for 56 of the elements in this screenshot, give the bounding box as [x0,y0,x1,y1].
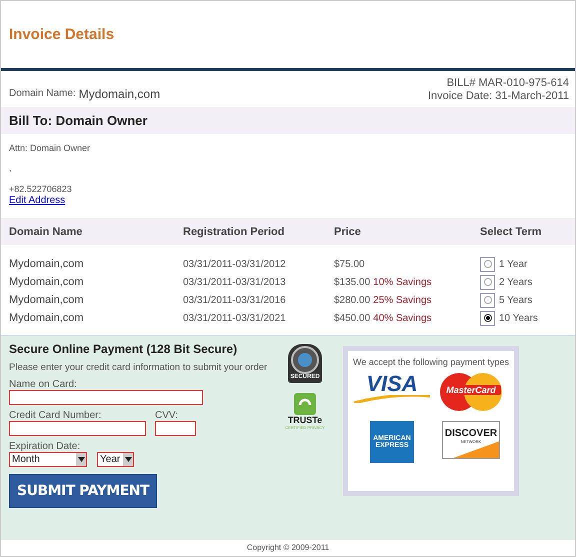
phone-text: +82.522706823 [9,184,73,195]
page-title: Invoice Details [9,26,114,43]
field-label: Credit Card Number: [9,410,102,421]
domain-cell-text: Mydomain,com [8,294,85,306]
caret-icon [78,457,84,462]
price-text: $450.00 [334,312,370,324]
cvv-input[interactable] [155,421,196,436]
savings-text: 10% Savings [373,276,432,288]
field-label: Name on Card: [9,379,78,390]
domain-label: Domain Name: [9,88,76,99]
truste-label: TRUSTe [288,415,322,425]
term-label: 2 Years [499,276,532,288]
submit-payment-button[interactable]: SUBMIT PAYMENT [9,474,158,508]
year-select[interactable]: Year [97,452,134,467]
address-line: , [9,163,13,174]
period-cell-text: 03/31/2011-03/31/2013 [183,276,287,288]
mastercard-logo: MasterCard [440,373,502,411]
domain-cell-text: Mydomain,com [8,258,85,270]
visa-logo: VISA [352,373,432,411]
term-radio[interactable] [484,314,492,322]
term-label: 5 Years [499,294,532,306]
caret-icon [124,457,132,462]
invoice-date: Invoice Date: 31-March-2011 [428,90,569,103]
attn-text: Attn: Domain Owner [9,143,92,154]
column-header: Price [334,226,362,238]
term-radio[interactable] [484,278,492,286]
column-header: Select Term [480,226,543,238]
period-cell-text: 03/31/2011-03/31/2012 [183,258,287,270]
price-text: $135.00 [334,276,370,288]
name-input[interactable] [9,390,203,405]
term-label: 1 Year [499,258,528,270]
field-label: CVV: [155,410,179,421]
period-cell-text: 03/31/2011-03/31/2021 [183,312,287,324]
savings-text: 40% Savings [373,312,432,324]
month-select[interactable]: Month [9,452,87,467]
field-label: Expiration Date: [9,441,82,452]
term-radio[interactable] [484,296,492,304]
bill-number: BILL# MAR-010-975-614 [446,77,569,90]
card-number-input[interactable] [9,421,146,436]
edit-address-link[interactable]: Edit Address [9,195,66,206]
term-radio[interactable] [484,260,492,268]
savings-text: 25% Savings [373,294,432,306]
domain-cell-text: Mydomain,com [8,276,85,288]
payment-types-heading: We accept the following payment types [352,357,510,367]
period-cell-text: 03/31/2011-03/31/2016 [183,294,287,306]
payment-instructions: Please enter your credit card information to submit your order [9,362,268,373]
payment-heading: Secure Online Payment (128 Bit Secure) [9,342,238,356]
domain-cell-text: Mydomain,com [8,312,85,324]
column-header: Domain Name [8,226,84,238]
copyright-text: Copyright © 2009-2011 [246,542,330,554]
price-text: $75.00 [334,258,365,270]
column-header: Registration Period [183,226,286,238]
price-text: $280.00 [334,294,370,306]
domain-value: Mydomain,com [78,86,160,100]
bill-to-heading: Bill To: Domain Owner [9,113,148,128]
term-label: 10 Years [499,312,538,324]
